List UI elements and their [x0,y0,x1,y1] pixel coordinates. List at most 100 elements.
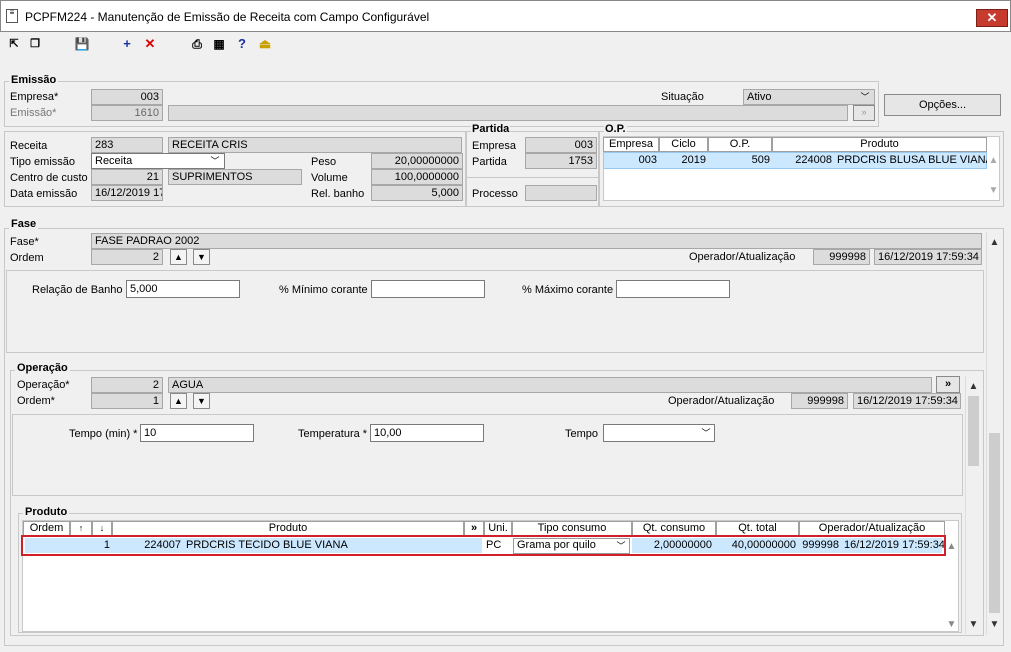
chevron-down-icon[interactable]: ﹀ [208,154,222,168]
operacao-ordem-field[interactable]: 1 [91,393,163,409]
op-col-empresa[interactable]: Empresa [603,137,659,152]
produto-col-qt-total[interactable]: Qt. total [716,521,799,536]
scroll-down-icon[interactable]: ▼ [987,619,1002,630]
op-header: O.P. [604,123,627,135]
close-button[interactable]: ✕ [976,9,1008,27]
maximo-corante-label: % Máximo corante [522,284,614,296]
tempo-min-label: Tempo (min) * [69,428,138,440]
minimo-corante-label: % Mínimo corante [279,284,368,296]
operacao-move-up-button[interactable]: ▲ [170,393,187,409]
situacao-select[interactable]: Ativo [743,89,875,105]
data-emissao-field[interactable]: 16/12/2019 17 [91,185,163,201]
temperatura-input[interactable]: 10,00 [370,424,484,442]
relacao-banho-input[interactable]: 5,000 [126,280,240,298]
empresa-field[interactable]: 003 [91,89,163,105]
produto-row-name: PRDCRIS TECIDO BLUE VIANA [186,539,348,551]
save-icon[interactable]: 💾 [74,36,90,52]
op-col-op[interactable]: O.P. [708,137,772,152]
exit-icon[interactable]: ⏏ [257,36,273,52]
op-row-op: 509 [751,154,770,166]
scroll-up-icon[interactable]: ▲ [944,541,959,552]
produto-col-uni[interactable]: Uni. [484,521,512,536]
fase-field[interactable]: FASE PADRAO 2002 [91,233,982,249]
peso-field[interactable]: 20,00000000 [371,153,463,169]
op-row-produto-name: PRDCRIS BLUSA BLUE VIANA [837,154,987,166]
volume-label: Volume [311,172,348,184]
produto-col-operador[interactable]: Operador/Atualização [799,521,945,536]
produto-row-qt-consumo[interactable]: 2,00000000 [632,538,714,553]
scroll-up-icon[interactable]: ▲ [966,381,981,392]
tipo-emissao-value: Receita [95,155,133,167]
window-title: PCPFM224 - Manutenção de Emissão de Rece… [25,10,430,24]
help-icon[interactable]: ? [234,36,250,52]
receita-code-field[interactable]: 283 [91,137,163,153]
fase-ordem-field[interactable]: 2 [91,249,163,265]
fase-label: Fase* [10,236,39,248]
centro-custo-code-field[interactable]: 21 [91,169,163,185]
partida-empresa-label: Empresa [472,140,517,152]
fase-scroll-thumb[interactable] [989,433,1000,613]
receita-label: Receita [10,140,48,152]
window-icon[interactable]: ❐ [27,36,43,52]
emissao-field[interactable]: 1610 [91,105,163,121]
processo-field[interactable] [525,185,597,201]
produto-col-ordem[interactable]: Ordem [23,521,70,536]
fase-header: Fase [9,218,39,230]
partida-field[interactable]: 1753 [525,153,597,169]
peso-label: Peso [311,156,337,168]
fase-operador-date: 16/12/2019 17:59:34 [874,249,982,265]
tempo-min-input[interactable]: 10 [140,424,254,442]
partida-empresa-field[interactable]: 003 [525,137,597,153]
scroll-down-icon[interactable]: ▼ [966,619,981,630]
scroll-up-icon[interactable]: ▲ [987,237,1002,248]
produto-col-lookup[interactable]: » [464,521,484,536]
emissao-lookup-button[interactable]: » [853,105,875,121]
produto-col-qt-consumo[interactable]: Qt. consumo [632,521,716,536]
situacao-value: Ativo [747,91,772,103]
produto-row-ordem[interactable]: 1 [90,538,112,553]
processo-label: Processo [472,188,518,200]
produto-col-produto[interactable]: Produto [112,521,464,536]
calendar-icon[interactable]: ▦ [211,36,227,52]
op-col-produto[interactable]: Produto [772,137,987,152]
produto-row-code[interactable]: 224007 [113,538,183,553]
produto-col-down[interactable]: ↓ [92,521,112,536]
fase-operador-label: Operador/Atualização [689,251,796,263]
produto-row-uni: PC [486,539,502,551]
operacao-lookup-button[interactable]: » [936,376,960,393]
produto-col-tipo-consumo[interactable]: Tipo consumo [512,521,632,536]
scroll-down-icon[interactable]: ▼ [986,185,1001,196]
chevron-down-icon[interactable]: ﹀ [614,539,628,553]
produto-col-up[interactable]: ↑ [70,521,92,536]
fase-move-up-button[interactable]: ▲ [170,249,187,265]
chevron-down-icon[interactable]: ﹀ [699,426,713,440]
print-icon[interactable]: ⎙ [189,36,205,52]
produto-row-tipo-select[interactable]: Grama por quilo [513,538,630,554]
minimo-corante-input[interactable] [371,280,485,298]
rel-banho-field[interactable]: 5,000 [371,185,463,201]
produto-row-operador-date: 16/12/2019 17:59:34 [844,539,944,551]
scroll-down-icon[interactable]: ▼ [944,619,959,630]
title-bar: ≡ PCPFM224 - Manutenção de Emissão de Re… [0,0,1011,32]
opcoes-button[interactable]: Opções... [884,94,1001,116]
add-icon[interactable]: + [119,36,135,52]
operacao-header: Operação [15,362,70,374]
volume-field[interactable]: 100,0000000 [371,169,463,185]
tipo-emissao-select[interactable]: Receita [91,153,225,169]
operacao-move-down-button[interactable]: ▼ [193,393,210,409]
chevron-down-icon[interactable]: ﹀ [858,90,872,104]
delete-icon[interactable]: ✕ [142,36,158,52]
operacao-code-field[interactable]: 2 [91,377,163,393]
tempo-label: Tempo [565,428,599,440]
maximo-corante-input[interactable] [616,280,730,298]
centro-custo-label: Centro de custo [10,172,88,184]
operacao-operador-code: 999998 [791,393,848,409]
centro-custo-name-field: SUPRIMENTOS [168,169,302,185]
op-col-ciclo[interactable]: Ciclo [659,137,708,152]
operacao-scroll-thumb[interactable] [968,396,979,466]
receita-name-field: RECEITA CRIS [168,137,462,153]
situacao-label: Situação [661,91,704,103]
fase-move-down-button[interactable]: ▼ [193,249,210,265]
first-record-icon[interactable]: ⇱ [6,36,22,52]
scroll-up-icon[interactable]: ▲ [986,155,1001,166]
